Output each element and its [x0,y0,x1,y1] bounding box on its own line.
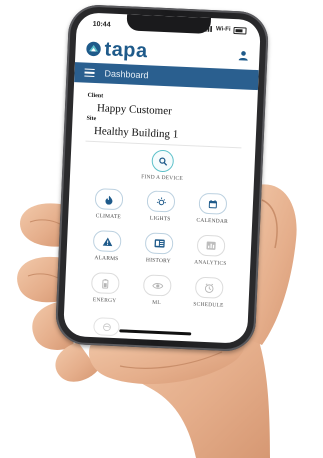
phone-screen: 10:44 Wi-Fi tapa Dashboard Client Happy … [63,12,261,344]
tile-label: ALARMS [94,255,119,263]
tile-history[interactable]: HISTORY [132,232,185,265]
tile-label: SCHEDULE [193,301,224,309]
phone-device: 10:44 Wi-Fi tapa Dashboard Client Happy … [54,3,270,353]
status-time: 10:44 [92,20,111,29]
feature-grid: CLIMATE LIGHTS CALENDAR ALARMS HISTORY A… [78,188,239,310]
brand-name: tapa [104,38,149,63]
climate-button[interactable] [94,188,124,211]
user-icon[interactable] [237,49,250,62]
network-label: Wi-Fi [215,26,231,33]
tile-analytics[interactable]: ANALYTICS [184,234,237,267]
tile-lights[interactable]: LIGHTS [134,190,187,223]
history-button[interactable] [144,232,174,255]
find-device-button[interactable] [151,149,175,173]
energy-button[interactable] [90,272,120,295]
tile-alarms[interactable]: ALARMS [80,230,133,263]
find-device-label: FIND A DEVICE [141,174,183,182]
search-icon [158,156,167,166]
schedule-button[interactable] [194,276,224,299]
partial-tile[interactable] [93,317,120,337]
app-logo[interactable]: tapa [85,38,149,63]
site-value[interactable]: Healthy Building 1 [94,125,242,143]
tile-label: HISTORY [145,257,171,265]
alarm-icon [102,236,112,246]
tile-label: CLIMATE [95,213,121,221]
schedule-icon [204,282,214,293]
tile-ml[interactable]: ML [130,274,183,307]
tile-climate[interactable]: CLIMATE [82,188,135,221]
dashboard-content: Client Happy Customer Site Healthy Build… [65,82,258,310]
ml-button[interactable] [142,274,172,297]
lights-button[interactable] [146,190,176,213]
home-indicator[interactable] [119,329,192,336]
battery-icon [233,26,247,35]
tapa-logo-icon [86,41,101,57]
tile-label: LIGHTS [149,215,171,223]
ml-icon [151,282,163,289]
tile-label: CALENDAR [196,217,229,225]
alarms-button[interactable] [92,230,122,253]
calendar-icon [208,199,218,208]
lights-icon [156,196,166,205]
analytics-button[interactable] [196,234,226,257]
calendar-button[interactable] [198,192,228,215]
find-device[interactable]: FIND A DEVICE [84,147,241,185]
climate-icon [105,195,113,205]
tile-label: ENERGY [92,297,117,305]
history-icon [154,239,165,248]
hamburger-menu-icon[interactable] [84,68,95,77]
tile-calendar[interactable]: CALENDAR [186,192,239,225]
analytics-icon [206,241,216,250]
page-title: Dashboard [104,68,149,81]
tile-energy[interactable]: ENERGY [78,272,131,305]
globe-icon [102,322,111,331]
tile-schedule[interactable]: SCHEDULE [182,276,235,309]
energy-icon [102,278,109,289]
tile-label: ANALYTICS [193,259,227,267]
tile-label: ML [152,299,162,307]
